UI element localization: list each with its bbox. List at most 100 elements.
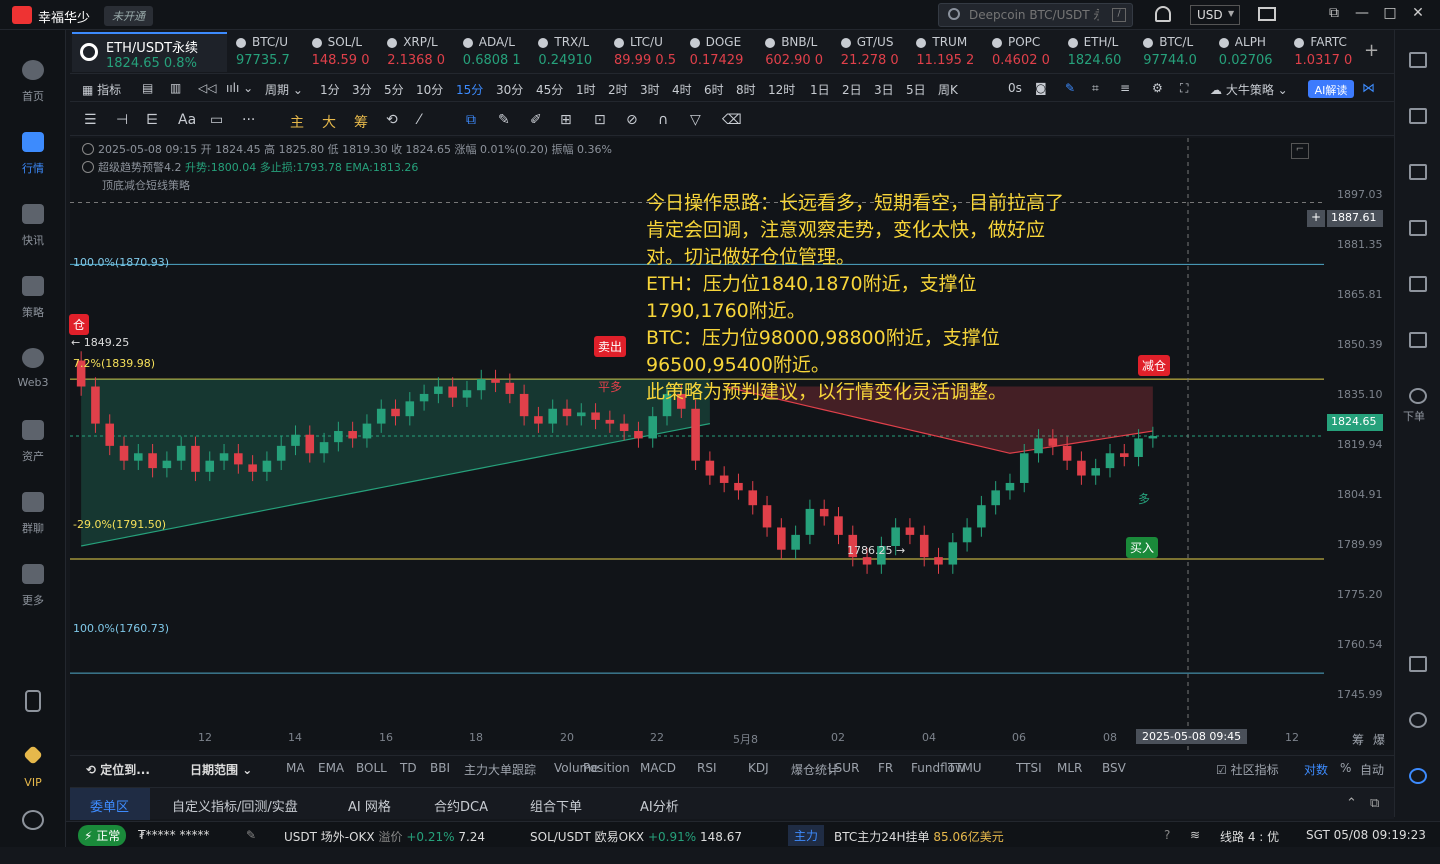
fullscreen-icon[interactable]: ⛶ — [1180, 81, 1188, 96]
edit-icon[interactable]: ⊘ — [626, 112, 638, 128]
maximize-button[interactable]: □ — [1380, 5, 1400, 25]
minimize-button[interactable]: — — [1352, 5, 1372, 25]
search-input[interactable] — [969, 8, 1099, 22]
chips-axis-button[interactable]: 筹 — [1352, 731, 1364, 748]
list-icon[interactable]: ≡ — [1120, 81, 1130, 95]
auto-scale-toggle[interactable]: 自动 — [1360, 761, 1384, 778]
tab-symbol[interactable]: DOGE 0.17429 — [688, 32, 764, 72]
nav-settings[interactable] — [0, 800, 66, 864]
nav-strategy[interactable]: 策略 — [0, 266, 66, 330]
headset-icon[interactable] — [1409, 712, 1427, 728]
interval-option[interactable]: 5日 — [906, 81, 926, 98]
chevron-up-icon[interactable]: ⌃ — [1346, 796, 1357, 811]
interval-option[interactable]: 1分 — [320, 81, 340, 98]
indicator-1[interactable]: EMA — [318, 761, 344, 775]
horizontal-line-icon[interactable]: ⊣ — [116, 112, 128, 128]
indicator-16[interactable]: TTSI — [1016, 761, 1042, 775]
interval-option[interactable]: 5分 — [384, 81, 404, 98]
trash-icon[interactable]: ⌫ — [722, 112, 742, 128]
brush-icon[interactable]: ⁄ — [418, 112, 420, 128]
share-icon[interactable]: ⋈ — [1362, 81, 1375, 96]
network-line[interactable]: 线路 4 : 优 — [1220, 828, 1279, 845]
calendar-icon[interactable]: ▤ — [142, 81, 153, 95]
text-tool-icon[interactable]: Aa — [178, 112, 196, 128]
interval-option[interactable]: 45分 — [536, 81, 563, 98]
tab-symbol[interactable]: ETH/L 1824.60 — [1066, 32, 1142, 72]
add-alert-button[interactable]: + — [1307, 210, 1325, 227]
layout-icon[interactable] — [1409, 52, 1427, 68]
add-tab-button[interactable]: + — [1364, 40, 1379, 61]
settings-icon[interactable]: ⚙ — [1152, 81, 1163, 95]
help-icon[interactable]: ? — [1164, 828, 1170, 842]
indicator-2[interactable]: BOLL — [356, 761, 387, 775]
indicator-12[interactable]: LSUR — [828, 761, 859, 775]
tab-orders[interactable]: 委单区 — [90, 796, 129, 815]
nav-assets[interactable]: 资产 — [0, 410, 66, 474]
ruler-measure-icon[interactable]: ⊞ — [560, 112, 572, 128]
more-icon[interactable]: ··· — [242, 112, 255, 128]
eye-icon[interactable] — [82, 161, 94, 173]
chips-toggle[interactable]: 筹 — [354, 112, 368, 132]
restore-window-button[interactable]: ⧉ — [1324, 5, 1344, 25]
tab-symbol[interactable]: TRUM 11.195 2 — [914, 32, 990, 72]
tab-symbol[interactable]: GT/US 21.278 0 — [839, 32, 915, 72]
indicator-0[interactable]: MA — [286, 761, 305, 775]
date-range-select[interactable]: 日期范围 ⌄ — [190, 761, 252, 778]
collapse-icon[interactable]: ⌐ — [1291, 143, 1309, 159]
lock-icon[interactable]: ⊡ — [594, 112, 606, 128]
indicator-13[interactable]: FR — [878, 761, 893, 775]
tab-contract-dca[interactable]: 合约DCA — [434, 796, 488, 815]
big-order-toggle[interactable]: 大 — [322, 112, 336, 132]
tab-symbol[interactable]: BTC/U 97735.7 — [234, 32, 310, 72]
filter-icon[interactable]: ▽ — [690, 112, 701, 128]
account-status-badge[interactable]: 未开通 — [104, 6, 153, 26]
layout-grid-icon[interactable]: ▥ — [170, 81, 181, 95]
nav-market[interactable]: 行情 — [0, 122, 66, 186]
interval-option[interactable]: 12时 — [768, 81, 795, 98]
multi-line-icon[interactable]: ⋿ — [146, 112, 158, 128]
tab-ai-analysis[interactable]: AI分析 — [640, 796, 679, 815]
percent-toggle[interactable]: % — [1340, 761, 1351, 775]
interval-option[interactable]: 30分 — [496, 81, 523, 98]
indicator-8[interactable]: MACD — [640, 761, 676, 775]
interval-option[interactable]: 15分 — [456, 81, 483, 98]
refresh-delay[interactable]: 0s — [1008, 81, 1022, 95]
interval-option[interactable]: 周K — [938, 81, 958, 98]
panel-icon[interactable] — [1409, 656, 1427, 672]
tab-symbol[interactable]: ADA/L 0.6808 1 — [461, 32, 537, 72]
replay-icon[interactable]: ⟲ — [386, 112, 398, 128]
interval-option[interactable]: 6时 — [704, 81, 724, 98]
edit-icon[interactable]: ✎ — [246, 828, 256, 842]
pencil-icon[interactable]: ✎ — [1065, 81, 1075, 95]
liquidation-axis-button[interactable]: 爆 — [1373, 731, 1385, 748]
nav-web3[interactable]: Web3 — [0, 338, 66, 402]
search-box[interactable]: / — [938, 3, 1133, 27]
dollar-icon[interactable] — [1409, 164, 1427, 180]
tab-eth-usdt-perp[interactable]: ETH/USDT永续 1824.65 0.8% — [72, 32, 227, 72]
interval-option[interactable]: 10分 — [416, 81, 443, 98]
interval-option[interactable]: 3分 — [352, 81, 372, 98]
strategy-select[interactable]: ☁ 大牛策略 ⌄ — [1210, 81, 1288, 98]
tab-symbol[interactable]: LTC/U 89.99 0.5 — [612, 32, 688, 72]
interval-option[interactable]: 3时 — [640, 81, 660, 98]
nav-chat[interactable]: 群聊 — [0, 482, 66, 546]
locate-button[interactable]: ⟲ 定位到... — [86, 761, 150, 778]
nav-home[interactable]: 首页 — [0, 50, 66, 114]
mail-icon[interactable] — [1258, 7, 1276, 21]
community-indicators[interactable]: ☑ 社区指标 — [1216, 761, 1279, 778]
nav-news[interactable]: 快讯 — [0, 194, 66, 258]
expand-icon[interactable]: ⧉ — [1370, 796, 1379, 811]
indicator-9[interactable]: RSI — [697, 761, 717, 775]
ruler-icon[interactable]: ▭ — [210, 112, 223, 128]
tab-symbol[interactable]: POPC 0.4602 0 — [990, 32, 1066, 72]
rewind-icon[interactable]: ◁◁ — [198, 81, 216, 95]
copy-icon[interactable]: ⧉ — [466, 112, 476, 128]
interval-option[interactable]: 8时 — [736, 81, 756, 98]
document-icon[interactable] — [1409, 108, 1427, 124]
indicator-10[interactable]: KDJ — [748, 761, 769, 775]
ai-interpret-button[interactable]: AI解读 — [1308, 80, 1354, 98]
camera-icon[interactable]: ◙ — [1035, 81, 1047, 95]
candle-type-icon[interactable]: ıılı ⌄ — [226, 81, 253, 95]
monitor-icon[interactable] — [1409, 276, 1427, 292]
indicator-15[interactable]: TTMU — [948, 761, 982, 775]
